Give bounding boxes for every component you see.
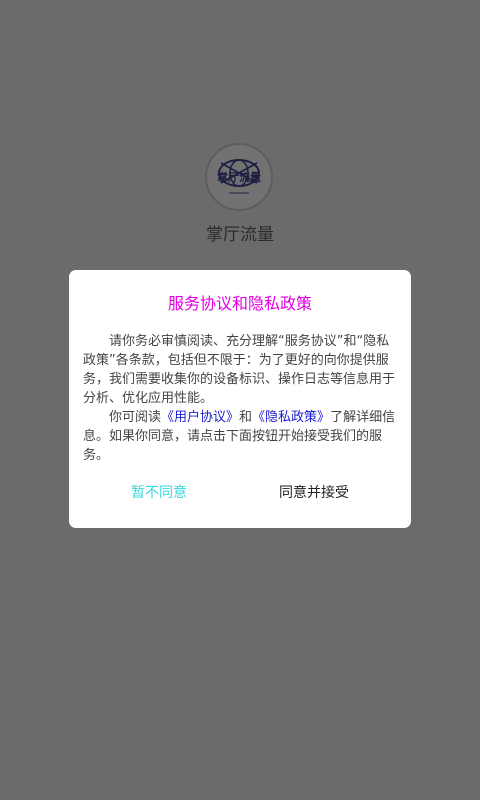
p2-prefix: 你可阅读 [109, 410, 162, 425]
p2-and: 和 [239, 410, 253, 425]
decline-button[interactable]: 暂不同意 [119, 482, 199, 502]
privacy-dialog: 服务协议和隐私政策 请你务必审慎阅读、充分理解“服务协议”和“隐私政策”各条款，… [69, 270, 411, 528]
app-logo: 掌厅流量 [205, 143, 273, 211]
accept-button[interactable]: 同意并接受 [269, 482, 359, 502]
privacy-policy-link[interactable]: 《隐私政策》 [252, 410, 330, 425]
dialog-paragraph-2: 你可阅读《用户协议》和《隐私政策》了解详细信息。如果你同意，请点击下面按钮开始接… [83, 408, 401, 465]
globe-icon: 掌厅流量 [211, 149, 267, 205]
app-name: 掌厅流量 [206, 225, 274, 245]
dialog-paragraph-1: 请你务必审慎阅读、充分理解“服务协议”和“隐私政策”各条款，包括但不限于：为了更… [83, 334, 396, 406]
user-agreement-link[interactable]: 《用户协议》 [161, 410, 239, 425]
dialog-title: 服务协议和隐私政策 [167, 294, 312, 313]
dialog-body: 请你务必审慎阅读、充分理解“服务协议”和“隐私政策”各条款，包括但不限于：为了更… [83, 332, 401, 465]
logo-text: 掌厅流量 [217, 171, 261, 184]
